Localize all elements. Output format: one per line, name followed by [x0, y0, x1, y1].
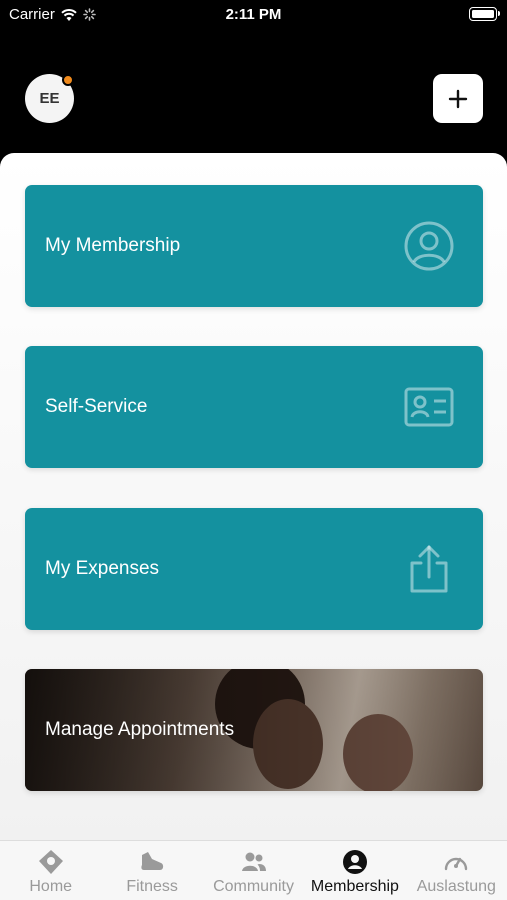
my-expenses-card[interactable]: My Expenses	[25, 508, 483, 630]
tab-fitness[interactable]: Fitness	[101, 841, 202, 900]
content-sheet: My Membership Self-Service My Expenses M…	[0, 153, 507, 840]
tab-auslastung[interactable]: Auslastung	[406, 841, 507, 900]
home-pin-icon	[38, 850, 63, 874]
status-bar: Carrier 2:11 PM	[0, 0, 507, 30]
tab-membership[interactable]: Membership	[304, 841, 405, 900]
person-circle-icon	[342, 850, 367, 874]
notification-dot	[62, 74, 74, 86]
card-label: My Expenses	[45, 558, 160, 579]
tab-bar: Home Fitness Community Membership Auslas…	[0, 840, 507, 900]
tab-label: Home	[29, 878, 73, 895]
id-card-icon	[404, 387, 454, 427]
status-time: 2:11 PM	[225, 6, 282, 23]
card-label: Manage Appointments	[45, 719, 235, 740]
avatar-initials: EE	[39, 90, 60, 107]
manage-appointments-card[interactable]: Manage Appointments	[25, 669, 483, 791]
share-icon	[410, 545, 448, 593]
gauge-icon	[445, 857, 468, 871]
tab-label: Membership	[310, 878, 399, 895]
my-membership-card[interactable]: My Membership	[25, 185, 483, 307]
tab-home[interactable]: Home	[0, 841, 101, 900]
add-button[interactable]	[433, 74, 483, 123]
shoe-icon	[141, 852, 164, 870]
avatar[interactable]: EE	[25, 74, 74, 123]
self-service-card[interactable]: Self-Service	[25, 346, 483, 468]
battery-icon	[469, 7, 500, 21]
card-label: My Membership	[45, 235, 181, 256]
tab-label: Community	[213, 878, 294, 895]
card-label: Self-Service	[45, 396, 148, 417]
person-circle-icon	[404, 221, 454, 271]
tab-community[interactable]: Community	[203, 841, 304, 900]
plus-icon	[448, 89, 468, 108]
tab-label: Auslastung	[416, 878, 496, 895]
people-icon	[241, 852, 266, 871]
tab-label: Fitness	[126, 878, 178, 895]
